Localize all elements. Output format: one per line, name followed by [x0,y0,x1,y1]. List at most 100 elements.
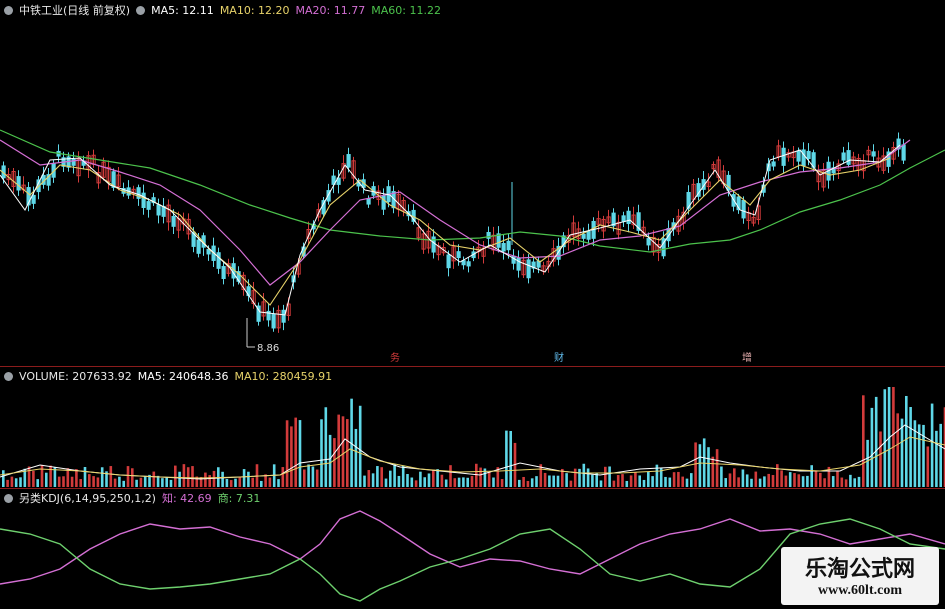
volume-bar[interactable] [328,434,332,487]
volume-bar[interactable] [169,479,173,487]
volume-chart[interactable] [0,367,945,488]
volume-bar[interactable] [870,407,874,487]
volume-bar[interactable] [599,480,603,487]
volume-bar[interactable] [797,474,801,487]
candle[interactable] [456,251,461,259]
volume-bar[interactable] [165,477,168,487]
volume-bar[interactable] [40,464,44,487]
volume-bar[interactable] [32,470,35,487]
volume-bar[interactable] [487,472,491,487]
event-marker-3[interactable]: 增 [742,351,752,364]
volume-bar[interactable] [788,472,792,487]
volume-bar[interactable] [711,456,715,487]
volume-bar[interactable] [733,468,736,487]
volume-bar[interactable] [251,477,254,487]
volume-bar[interactable] [814,470,818,487]
volume-bar[interactable] [668,477,672,487]
candle[interactable] [221,266,226,279]
volume-bar[interactable] [629,475,633,487]
candle[interactable] [461,260,466,266]
volume-bar[interactable] [685,478,689,487]
volume-bar[interactable] [900,418,904,487]
volume-bar[interactable] [582,463,586,487]
volume-bar[interactable] [935,430,938,487]
volume-bar[interactable] [419,471,422,487]
volume-bar[interactable] [2,470,5,487]
volume-bar[interactable] [346,419,349,487]
volume-bar[interactable] [298,420,302,487]
volume-bar[interactable] [754,471,758,487]
volume-bar[interactable] [143,475,147,487]
volume-bar[interactable] [337,414,340,487]
candle[interactable] [626,210,631,225]
volume-bar[interactable] [294,417,297,487]
volume-bar[interactable] [92,476,95,487]
volume-bar[interactable] [780,470,783,487]
volume-bar[interactable] [750,478,753,487]
volume-bar[interactable] [423,477,426,487]
volume-bar[interactable] [389,470,392,487]
volume-bar[interactable] [745,474,749,487]
volume-bar[interactable] [186,467,190,487]
volume-bar[interactable] [612,480,616,487]
volume-bar[interactable] [806,475,809,487]
volume-bar[interactable] [260,480,263,487]
volume-bar[interactable] [221,471,224,487]
volume-bar[interactable] [126,466,130,487]
candle[interactable] [346,154,351,168]
volume-bar[interactable] [930,403,934,487]
volume-bar[interactable] [831,476,835,487]
candle[interactable] [801,149,806,166]
volume-bar[interactable] [401,465,405,487]
volume-bar[interactable] [479,467,482,487]
volume-bar[interactable] [238,477,242,487]
volume-bar[interactable] [363,475,366,487]
volume-bar[interactable] [638,475,641,487]
volume-bar[interactable] [664,476,667,487]
candle[interactable] [141,192,146,208]
volume-bar[interactable] [268,477,272,487]
volume-bar[interactable] [647,471,650,487]
volume-bar[interactable] [354,428,358,487]
volume-bar[interactable] [677,471,680,487]
candle[interactable] [901,144,906,161]
volume-bar[interactable] [234,478,237,487]
volume-bar[interactable] [505,430,508,487]
volume-bar[interactable] [436,469,439,487]
volume-bar[interactable] [315,469,319,487]
volume-bar[interactable] [530,478,534,487]
candle[interactable] [526,259,531,279]
volume-bar[interactable] [139,477,143,487]
candle[interactable] [796,150,801,162]
volume-bar[interactable] [152,471,156,487]
volume-bar[interactable] [500,479,504,487]
volume-bar[interactable] [49,465,52,487]
volume-bar[interactable] [36,479,39,487]
volume-bar[interactable] [290,426,293,487]
candle[interactable] [366,198,371,205]
candle[interactable] [621,215,626,223]
volume-bar[interactable] [681,476,684,487]
volume-bar[interactable] [475,463,478,487]
volume-bar[interactable] [866,439,869,487]
volume-bar[interactable] [466,477,469,487]
volume-bar[interactable] [406,474,409,487]
volume-bar[interactable] [178,471,181,487]
volume-bar[interactable] [393,464,396,487]
volume-bar[interactable] [776,464,779,487]
volume-bar[interactable] [634,471,637,487]
volume-bar[interactable] [45,472,48,487]
volume-bar[interactable] [27,466,31,487]
volume-bar[interactable] [522,476,525,487]
volume-bar[interactable] [801,476,805,487]
volume-bar[interactable] [380,467,383,487]
candle[interactable] [16,176,21,191]
volume-bar[interactable] [823,478,826,487]
candle[interactable] [381,195,386,210]
candle[interactable] [446,254,451,269]
volume-bar[interactable] [70,476,74,487]
volume-bar[interactable] [449,465,452,487]
volume-bar[interactable] [285,420,289,487]
candle[interactable] [156,204,161,216]
volume-bar[interactable] [724,478,727,487]
